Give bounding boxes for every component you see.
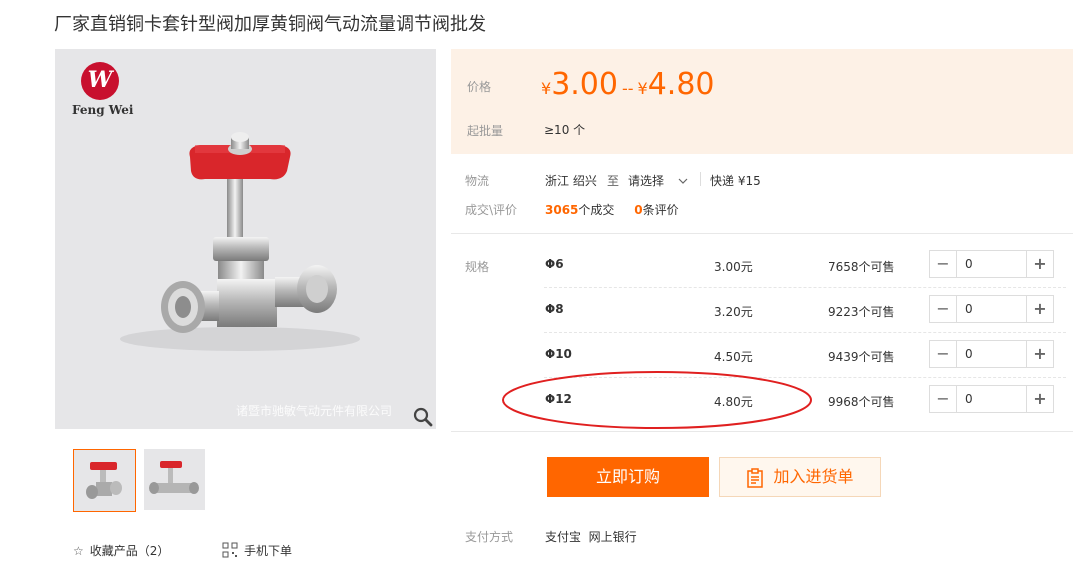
quantity-input[interactable] — [957, 386, 1027, 412]
clipboard-icon — [746, 467, 773, 488]
qrcode-icon — [222, 542, 238, 558]
deals-info: 3065个成交 0条评价 — [545, 203, 679, 217]
order-now-button[interactable]: 立即订购 — [547, 457, 709, 497]
star-icon: ☆ — [73, 544, 84, 558]
quantity-input[interactable] — [957, 296, 1027, 322]
minus-button[interactable]: − — [930, 251, 957, 277]
logistics-to: 至 — [607, 174, 620, 188]
separator — [700, 172, 701, 186]
mobile-order-link[interactable]: 手机下单 — [222, 542, 292, 559]
plus-button[interactable]: + — [1026, 386, 1053, 412]
product-title: 厂家直销铜卡套针型阀加厚黄铜阀气动流量调节阀批发 — [54, 14, 486, 35]
image-watermark: 诸暨市驰敏气动元件有限公司 — [236, 404, 393, 418]
logo-mark: W — [81, 62, 119, 100]
quantity-input[interactable] — [957, 251, 1027, 277]
quantity-stepper-4: − + — [929, 385, 1054, 413]
highlight-ellipse — [502, 371, 812, 429]
add-to-cart-button[interactable]: 加入进货单 — [719, 457, 881, 497]
deals-count: 3065 — [545, 203, 579, 217]
moq-value: ≥10 个 — [544, 123, 586, 137]
minus-button[interactable]: − — [930, 386, 957, 412]
quantity-stepper-1: − + — [929, 250, 1054, 278]
plus-button[interactable]: + — [1026, 251, 1053, 277]
sku-price-3: 4.50元 — [714, 350, 753, 364]
logistics-label: 物流 — [465, 174, 490, 188]
reviews-count: 0 — [634, 203, 643, 217]
quantity-input[interactable] — [957, 341, 1027, 367]
chevron-down-icon — [678, 174, 688, 188]
quantity-stepper-3: − + — [929, 340, 1054, 368]
minus-button[interactable]: − — [930, 296, 957, 322]
sku-stock-1: 7658个可售 — [828, 260, 895, 274]
sku-stock-4: 9968个可售 — [828, 395, 895, 409]
minus-button[interactable]: − — [930, 341, 957, 367]
sku-name-2: Φ8 — [545, 302, 564, 316]
sku-name-1: Φ6 — [545, 257, 564, 271]
divider — [544, 332, 1066, 333]
divider — [451, 431, 1073, 432]
thumbnail-1[interactable] — [73, 449, 136, 512]
price-label: 价格 — [467, 80, 492, 94]
favorite-link[interactable]: ☆ 收藏产品（2） — [73, 542, 169, 559]
plus-button[interactable]: + — [1026, 341, 1053, 367]
sku-label: 规格 — [465, 260, 490, 274]
sku-name-3: Φ10 — [545, 347, 572, 361]
moq-label: 起批量 — [467, 124, 504, 138]
destination-select[interactable]: 请选择 — [628, 172, 688, 189]
divider — [451, 233, 1073, 234]
logo-text: Feng Wei — [72, 103, 134, 117]
sku-price-1: 3.00元 — [714, 260, 753, 274]
deals-label: 成交\评价 — [465, 203, 518, 217]
payment-methods: 支付宝 网上银行 — [545, 530, 637, 544]
brand-logo: W Feng Wei — [72, 62, 134, 122]
divider — [544, 287, 1066, 288]
express-fee: 快递 ¥15 — [710, 174, 761, 188]
logistics-origin: 浙江 绍兴 — [545, 174, 597, 188]
price-range: ¥3.00 -- ¥4.80 — [541, 67, 715, 102]
thumbnail-2[interactable] — [144, 449, 205, 510]
quantity-stepper-2: − + — [929, 295, 1054, 323]
plus-button[interactable]: + — [1026, 296, 1053, 322]
sku-stock-2: 9223个可售 — [828, 305, 895, 319]
sku-price-2: 3.20元 — [714, 305, 753, 319]
sku-stock-3: 9439个可售 — [828, 350, 895, 364]
payment-label: 支付方式 — [465, 530, 514, 544]
zoom-icon[interactable] — [412, 406, 434, 428]
